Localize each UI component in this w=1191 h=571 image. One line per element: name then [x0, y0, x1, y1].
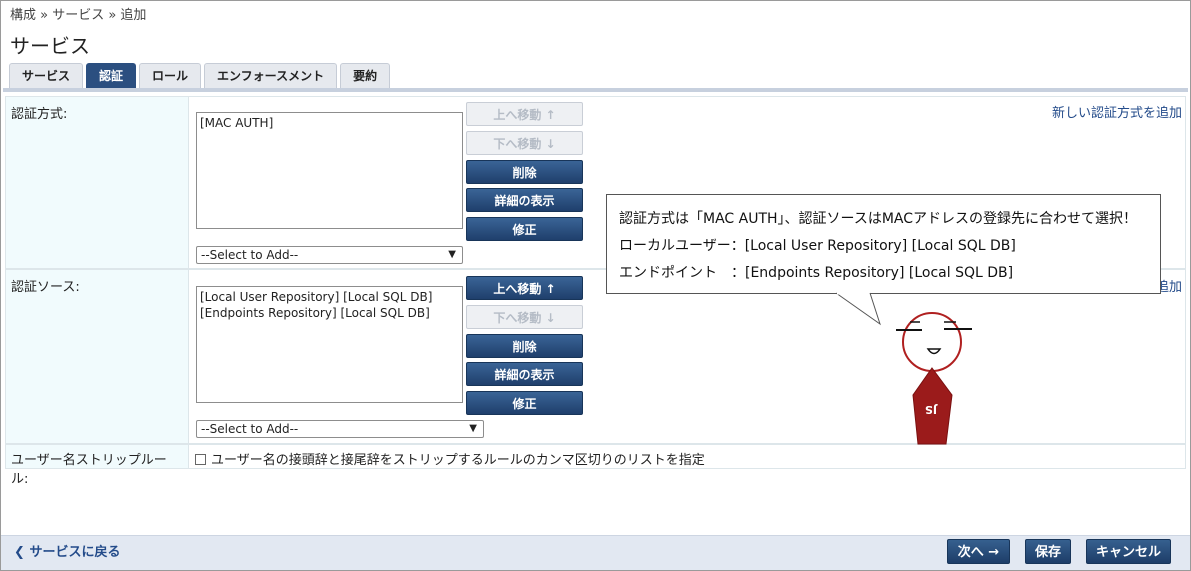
- strip-rules-label: ユーザー名ストリップルール:: [5, 444, 189, 487]
- auth-methods-details-button[interactable]: 詳細の表示: [466, 188, 583, 212]
- footer-bar: [1, 535, 1190, 570]
- auth-sources-details-button[interactable]: 詳細の表示: [466, 362, 583, 386]
- tab-bar: サービス 認証 ロール エンフォースメント 要約: [9, 63, 391, 88]
- auth-methods-listbox[interactable]: [MAC AUTH]: [196, 112, 463, 229]
- auth-sources-move-down-button[interactable]: 下へ移動 ↓: [466, 305, 583, 329]
- breadcrumb: 構成 » サービス » 追加: [10, 8, 147, 23]
- auth-methods-select[interactable]: --Select to Add-- ▼: [196, 246, 463, 264]
- back-to-services-link[interactable]: ❮ サービスに戻る: [14, 541, 120, 560]
- auth-sources-modify-button[interactable]: 修正: [466, 391, 583, 415]
- list-item[interactable]: [Endpoints Repository] [Local SQL DB]: [200, 305, 459, 321]
- save-button[interactable]: 保存: [1025, 539, 1071, 564]
- callout-line-2: ローカルユーザー：[Local User Repository] [Local …: [619, 238, 1016, 254]
- tab-roles[interactable]: ロール: [139, 63, 202, 88]
- list-item[interactable]: [MAC AUTH]: [200, 115, 459, 131]
- chevron-down-icon: ▼: [469, 423, 477, 434]
- annotation-callout: 認証方式は「MAC AUTH」、認証ソースはMACアドレスの登録先に合わせて選択…: [606, 194, 1161, 294]
- auth-methods-modify-button[interactable]: 修正: [466, 217, 583, 241]
- tab-summary[interactable]: 要約: [340, 63, 391, 88]
- page-title: サービス: [10, 34, 90, 58]
- select-value: --Select to Add--: [201, 248, 299, 262]
- auth-methods-label: 認証方式:: [5, 96, 189, 269]
- auth-sources-listbox[interactable]: [Local User Repository] [Local SQL DB] […: [196, 286, 463, 403]
- tab-service[interactable]: サービス: [9, 63, 84, 88]
- chevron-left-icon: ❮: [14, 545, 25, 560]
- tab-underline: [3, 88, 1188, 92]
- auth-methods-remove-button[interactable]: 削除: [466, 160, 583, 184]
- next-button[interactable]: 次へ →: [947, 539, 1010, 564]
- cancel-button[interactable]: キャンセル: [1086, 539, 1171, 564]
- auth-sources-move-up-button[interactable]: 上へ移動 ↑: [466, 276, 583, 300]
- strip-rules-checkbox-label: ユーザー名の接頭辞と接尾辞をストリップするルールのカンマ区切りのリストを指定: [211, 453, 705, 468]
- strip-rules-option: ユーザー名の接頭辞と接尾辞をストリップするルールのカンマ区切りのリストを指定: [195, 449, 705, 468]
- add-auth-method-link[interactable]: 新しい認証方式を追加: [1052, 102, 1182, 121]
- tab-authentication[interactable]: 認証: [86, 63, 137, 88]
- callout-line-3: エンドポイント ：[Endpoints Repository] [Local S…: [619, 265, 1014, 281]
- chevron-down-icon: ▼: [448, 249, 456, 260]
- select-value: --Select to Add--: [201, 422, 299, 436]
- list-item[interactable]: [Local User Repository] [Local SQL DB]: [200, 289, 459, 305]
- auth-sources-select[interactable]: --Select to Add-- ▼: [196, 420, 484, 438]
- callout-line-1: 認証方式は「MAC AUTH」、認証ソースはMACアドレスの登録先に合わせて選択…: [619, 211, 1138, 227]
- auth-methods-move-up-button[interactable]: 上へ移動 ↑: [466, 102, 583, 126]
- auth-sources-remove-button[interactable]: 削除: [466, 334, 583, 358]
- strip-rules-checkbox[interactable]: [195, 454, 206, 465]
- back-to-services-label: サービスに戻る: [29, 545, 121, 560]
- auth-methods-move-down-button[interactable]: 下へ移動 ↓: [466, 131, 583, 155]
- tab-enforcement[interactable]: エンフォースメント: [204, 63, 338, 88]
- auth-sources-label: 認証ソース:: [5, 269, 189, 444]
